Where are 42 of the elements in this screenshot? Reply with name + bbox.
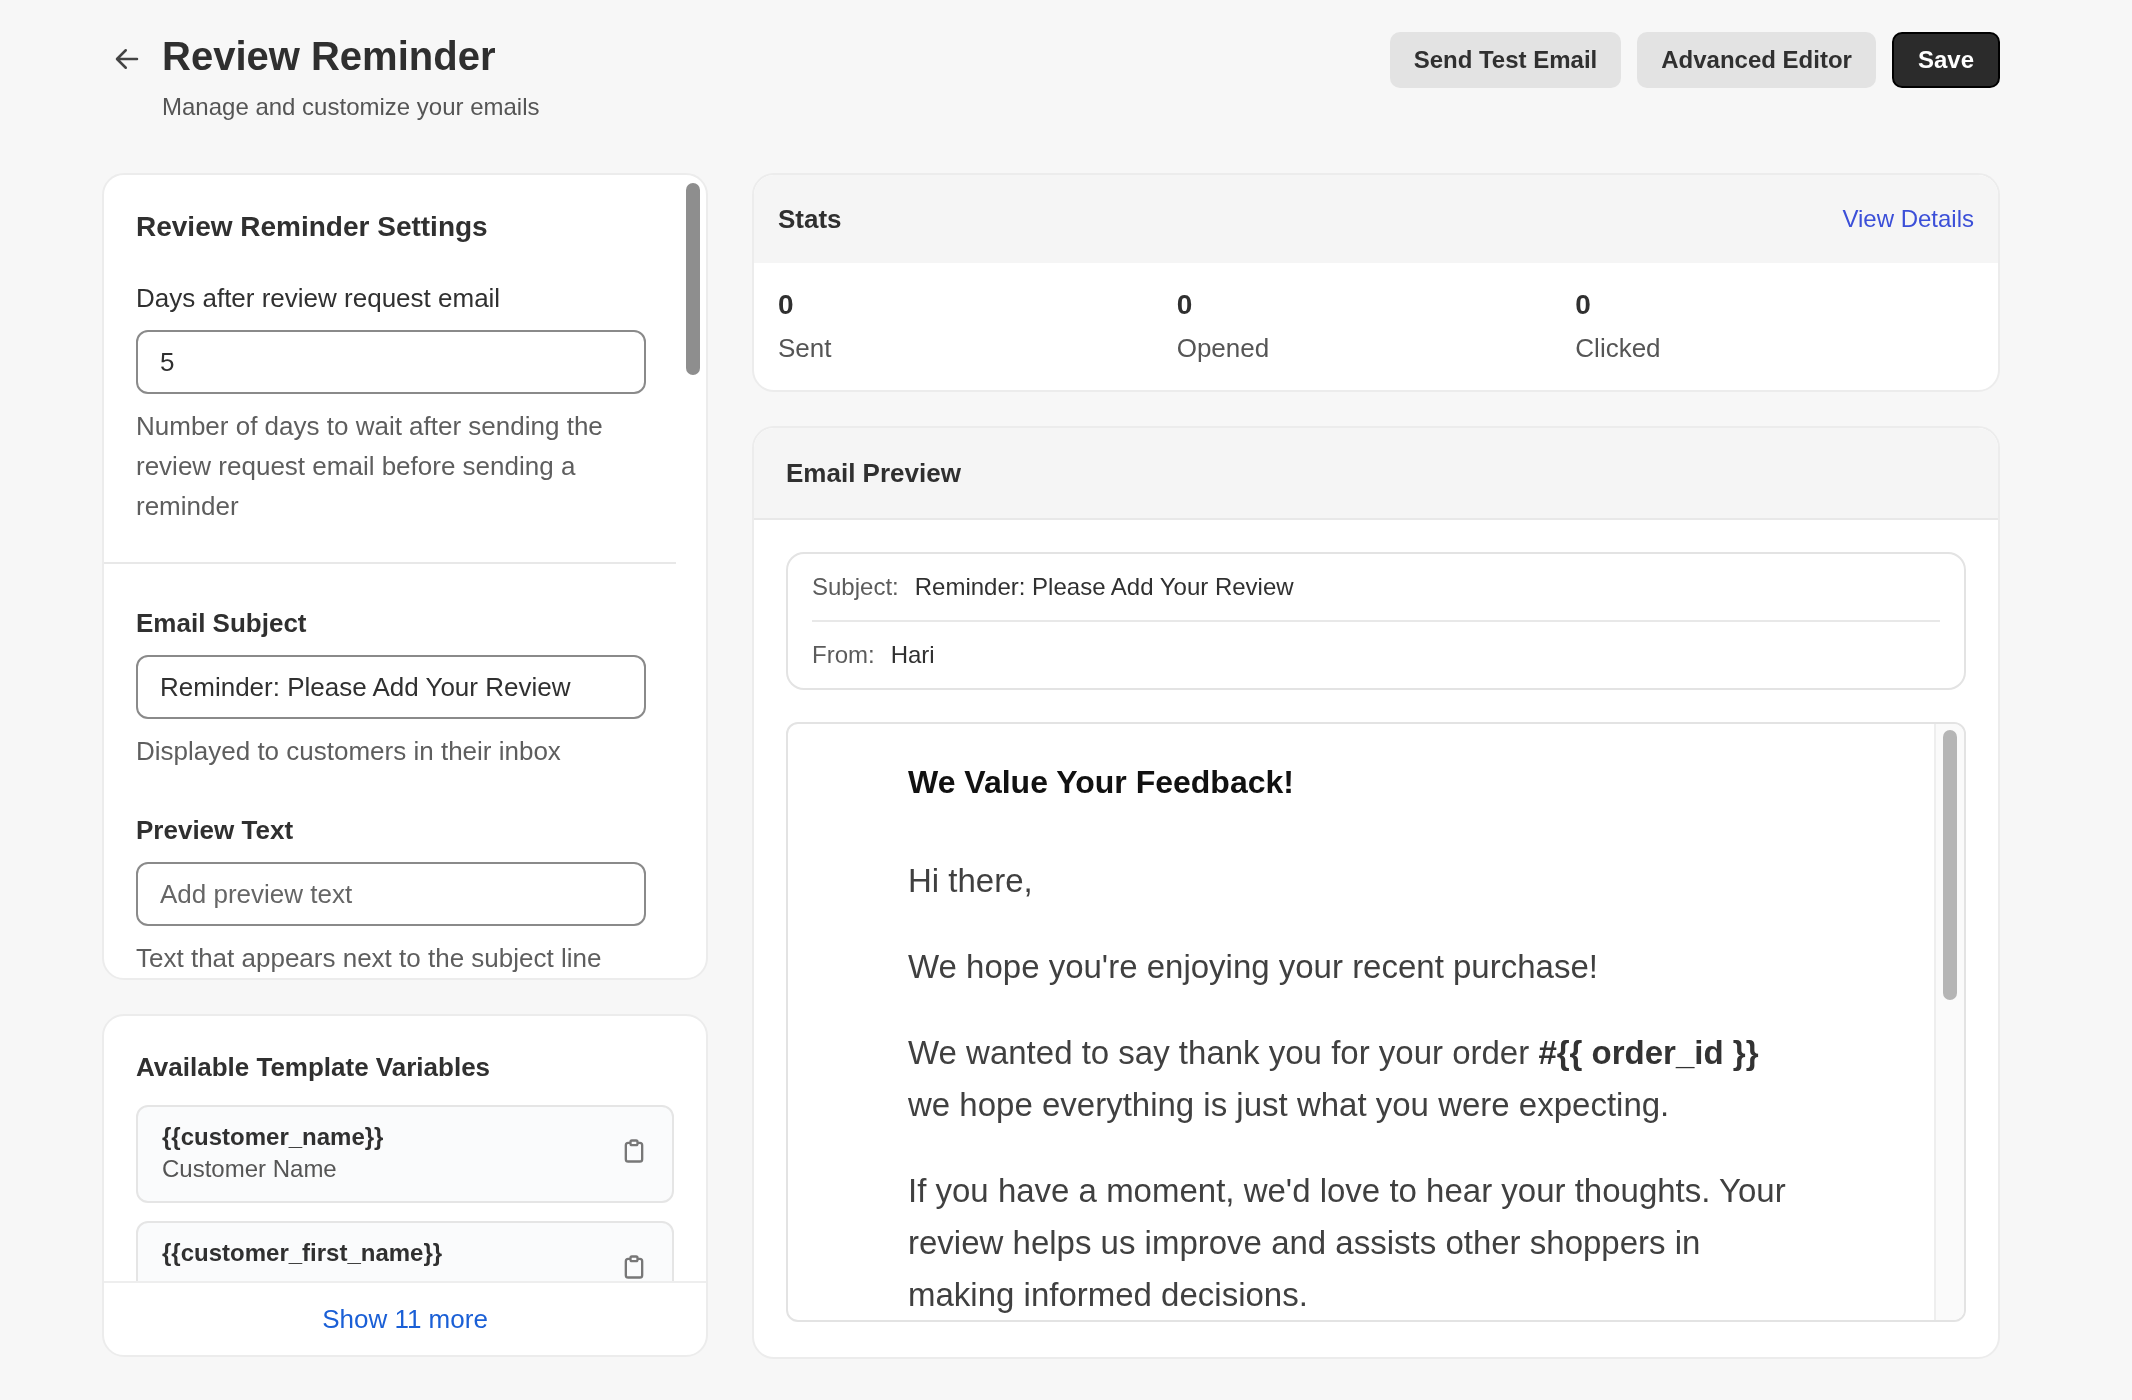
card-title: Email Preview <box>786 457 961 489</box>
section-title: Review Reminder Settings <box>135 210 489 243</box>
view-details-link[interactable]: View Details <box>1842 205 1974 233</box>
section-title: Available Template Variables <box>135 1051 492 1083</box>
stat-label: Opened <box>1176 333 1271 364</box>
input-field[interactable]: 5 <box>136 330 646 394</box>
input-field[interactable]: Add preview text <box>136 862 646 926</box>
help-text: Text that appears next to the subject line <box>136 942 603 975</box>
page-subtitle: Manage and customize your emails <box>162 93 540 121</box>
email-heading: We Value Your Feedback! <box>908 764 1295 801</box>
stat-label: Sent <box>778 333 833 364</box>
stat-label: Clicked <box>1575 333 1662 364</box>
field-label: Email Subject <box>136 608 308 639</box>
meta-value: Hari <box>890 641 935 669</box>
card-title: Stats <box>778 203 842 235</box>
variable-item[interactable]: {{customer_name}} Customer Name <box>136 1105 674 1203</box>
meta-value: Reminder: Please Add Your Review <box>914 573 1294 601</box>
show-more-link[interactable]: Show 11 more <box>322 1303 488 1335</box>
page-title: Review Reminder <box>162 34 497 79</box>
meta-label: Subject: <box>812 573 899 601</box>
help-text: Displayed to customers in their inbox <box>136 735 562 768</box>
action-button[interactable]: Advanced Editor <box>1637 32 1876 88</box>
email-paragraph: Hi there, <box>908 861 1034 901</box>
stat-value: 0 <box>1575 289 1592 321</box>
field-label: Days after review request email <box>136 283 502 314</box>
stat-value: 0 <box>778 289 795 321</box>
variable-name: {{customer_first_name}} <box>162 1239 443 1267</box>
email-paragraph: We wanted to say thank you for your order #{{ order_id }} we hope everything is just what you were expecting. <box>908 1033 1760 1125</box>
input-field[interactable]: Reminder: Please Add Your Review <box>136 655 646 719</box>
stat-value: 0 <box>1176 289 1194 321</box>
variable-description: Customer Name <box>162 1155 338 1183</box>
action-button[interactable]: Send Test Email <box>1389 32 1622 88</box>
variable-item[interactable]: {{customer_first_name}} <box>136 1221 674 1281</box>
email-paragraph: We hope you're enjoying your recent purchase! <box>908 947 1599 987</box>
help-text: Number of days to wait after sending the review request email before sending a reminder <box>136 410 604 523</box>
meta-label: From: <box>812 641 875 669</box>
variable-name: {{customer_name}} <box>162 1123 384 1151</box>
scrollbar-thumb[interactable] <box>1943 730 1957 1000</box>
scrollbar-thumb[interactable] <box>686 183 700 375</box>
email-paragraph: If you have a moment, we'd love to hear your thoughts. Your review helps us improve and assists other shoppers in making informed decisions. <box>908 1171 1787 1315</box>
field-label: Preview Text <box>136 815 295 846</box>
save-button[interactable]: Save <box>1891 32 2000 88</box>
